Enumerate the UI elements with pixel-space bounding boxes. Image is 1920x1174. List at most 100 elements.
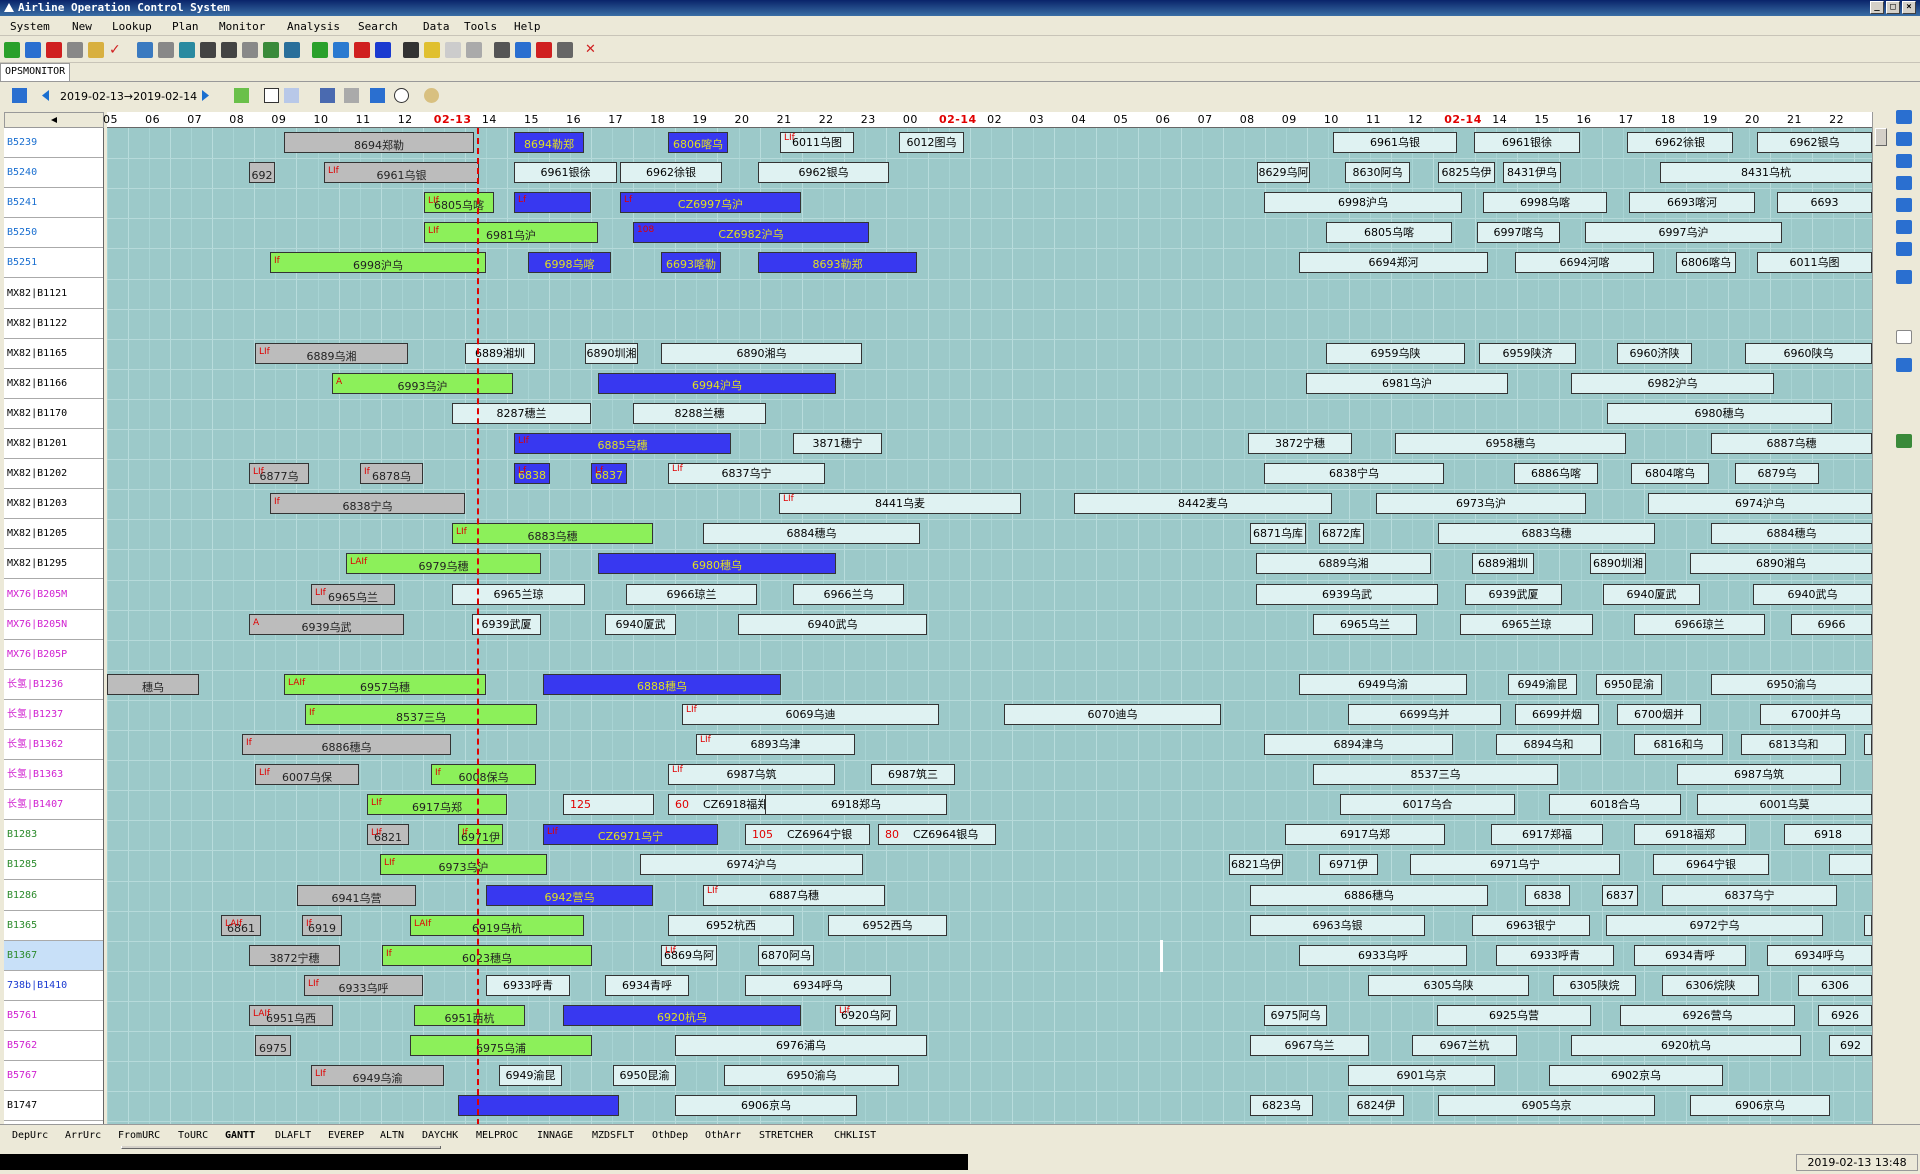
flight-bar[interactable]: 6838 (1525, 884, 1570, 906)
flight-bar[interactable]: 6906京乌 (675, 1095, 857, 1117)
flight-bar[interactable]: LIf 6973乌沪 (380, 854, 547, 876)
flight-bar[interactable]: 6806喀乌 (668, 132, 728, 153)
menu-plan[interactable]: Plan (172, 20, 199, 33)
search-icon[interactable] (424, 88, 439, 103)
save-icon[interactable] (1896, 358, 1912, 372)
flight-bar[interactable]: Lf 6837 (591, 463, 627, 485)
flight-bar[interactable]: 8287穗兰 (452, 402, 591, 424)
flight-bar[interactable]: Lf CZ6997乌沪 (620, 192, 801, 214)
aircraft-row-label[interactable]: MX76|B205M (4, 580, 103, 610)
flight-bar[interactable]: 6951西杭 (414, 1004, 525, 1026)
filter-icon[interactable] (284, 88, 299, 103)
aircraft-row-label[interactable]: B1283 (4, 820, 103, 851)
aircraft-row-label[interactable]: MX82|B1170 (4, 399, 103, 429)
flight-bar[interactable]: 3872宁穗 (249, 944, 340, 966)
flight-bar[interactable]: 8431伊乌 (1503, 162, 1561, 184)
flight-bar[interactable]: 6940武乌 (1753, 583, 1872, 605)
flight-bar[interactable] (458, 1095, 619, 1117)
flight-bar[interactable]: 6825乌伊 (1438, 162, 1495, 184)
flight-bar[interactable]: 6963银宁 (1472, 914, 1590, 936)
flight-bar[interactable]: 6934青呼 (605, 974, 689, 996)
flight-bar[interactable]: 6889湘圳 (1472, 553, 1534, 575)
flight-bar[interactable]: 6933呼青 (1496, 944, 1614, 966)
menu-analysis[interactable]: Analysis (287, 20, 340, 33)
expand-h-icon[interactable] (1896, 154, 1912, 168)
flight-bar[interactable]: If 6878乌 (360, 463, 423, 485)
flight-bar[interactable]: LIf 8441乌麦 (779, 493, 1021, 515)
cube-icon[interactable] (403, 42, 419, 58)
refresh-icon[interactable] (4, 42, 20, 58)
tab-altn[interactable]: ALTN (380, 1130, 404, 1141)
flight-bar[interactable]: 6971伊 (1319, 854, 1378, 876)
aircraft-row-label[interactable]: B1286 (4, 881, 103, 911)
menu-data[interactable]: Data (423, 20, 450, 33)
flight-bar[interactable]: LIf 6965乌兰 (311, 583, 395, 605)
folder-icon[interactable] (88, 42, 104, 58)
flight-bar[interactable]: 6987筑三 (871, 764, 955, 786)
tab-stretcher[interactable]: STRETCHER (759, 1130, 813, 1141)
flight-bar[interactable]: 6949乌渝 (1299, 673, 1467, 695)
flight-bar[interactable]: 6950渝乌 (1711, 673, 1872, 695)
people-icon[interactable] (515, 42, 531, 58)
flight-bar[interactable]: LAIf 6951乌西 (249, 1004, 333, 1026)
flight-bar[interactable]: 6975乌浦 (410, 1035, 592, 1056)
calc-icon[interactable] (67, 42, 83, 58)
document-tab[interactable]: OPSMONITOR (0, 63, 70, 81)
flight-bar[interactable]: 8630阿乌 (1345, 162, 1410, 184)
flight-bar[interactable]: Lf (514, 192, 591, 214)
tab-otharr[interactable]: OthArr (705, 1130, 741, 1141)
prev-date-icon[interactable] (38, 88, 53, 103)
aircraft-row-label[interactable]: B1367 (4, 940, 103, 971)
flight-bar[interactable]: 6824伊 (1348, 1095, 1404, 1117)
flight-bar[interactable]: A 6939乌武 (249, 613, 404, 635)
flight-bar[interactable]: A 6993乌沪 (332, 372, 513, 394)
flight-bar[interactable]: 6939乌武 (1256, 583, 1438, 605)
flight-bar[interactable]: 6890圳湘 (585, 342, 638, 364)
flight-bar[interactable]: 6949渝昆 (1508, 673, 1577, 695)
flight-bar[interactable]: LIf 6805乌喀 (424, 192, 494, 214)
flight-bar[interactable]: If 6838宁乌 (270, 493, 465, 515)
flight-bar[interactable]: 6976浦乌 (675, 1035, 927, 1056)
flight-bar[interactable]: 6693 (1777, 192, 1872, 214)
tab-mzdsflt[interactable]: MZDSFLT (592, 1130, 634, 1141)
flight-bar[interactable]: 6837乌宁 (1662, 884, 1837, 906)
flight-bar[interactable]: 8537三乌 (1313, 764, 1558, 786)
flight-bar[interactable]: LAIf 6957乌穗 (284, 673, 486, 695)
flight-bar[interactable]: If 6886穗乌 (242, 734, 451, 755)
flight-bar[interactable]: 6950渝乌 (724, 1065, 899, 1087)
aircraft-row-label[interactable]: 长氢|B1363 (4, 760, 103, 791)
flight-bar[interactable]: 692 (249, 162, 275, 184)
flight-bar[interactable]: 6965乌兰 (1313, 613, 1417, 635)
flight-bar[interactable]: 6011乌图 (1757, 252, 1872, 274)
flight-bar[interactable]: 6950昆渝 (613, 1065, 676, 1087)
close-icon[interactable]: ✕ (585, 42, 601, 58)
flight-bar[interactable]: 6961乌银 (1333, 132, 1457, 153)
close-button[interactable]: × (1902, 1, 1916, 14)
flight-bar[interactable]: 6980穗乌 (1607, 402, 1832, 424)
tab-melproc[interactable]: MELPROC (476, 1130, 518, 1141)
maximize-button[interactable]: □ (1886, 1, 1900, 14)
flight-bar[interactable]: If 6971伊 (458, 824, 503, 846)
flight-bar[interactable]: 6998乌喀 (528, 252, 611, 274)
doc-icon[interactable] (445, 42, 461, 58)
flight-bar[interactable]: LIf 6821 (367, 824, 409, 846)
tab-fromurc[interactable]: FromURC (118, 1130, 160, 1141)
flight-bar[interactable]: 6933乌呼 (1299, 944, 1467, 966)
flight-bar[interactable]: 6018合乌 (1549, 794, 1681, 816)
flight-bar[interactable]: 6700并乌 (1760, 703, 1872, 725)
aircraft-row-label[interactable]: MX82|B1205 (4, 519, 103, 550)
print-icon[interactable] (344, 88, 359, 103)
flight-bar[interactable]: If 6919 (302, 914, 342, 936)
flight-bar[interactable]: 6940武乌 (738, 613, 927, 635)
aircraft-row-label[interactable]: MX82|B1295 (4, 549, 103, 580)
flight-bar[interactable]: 105 CZ6964宁银 (745, 824, 870, 846)
flight-bar[interactable]: 6917乌郑 (1285, 824, 1445, 846)
flight-bar[interactable]: 6305乌陕 (1368, 974, 1529, 996)
flight-bar[interactable]: 6940厦武 (605, 613, 676, 635)
flight-bar[interactable]: 6890圳湘 (1590, 553, 1646, 575)
flight-bar[interactable] (1829, 854, 1872, 876)
flight-bar[interactable]: 6890湘乌 (1690, 553, 1872, 575)
flight-bar[interactable]: 6974沪乌 (640, 854, 863, 876)
flight-bar[interactable]: LIf 6007乌保 (255, 764, 359, 786)
flight-bar[interactable]: 6070迪乌 (1004, 703, 1221, 725)
